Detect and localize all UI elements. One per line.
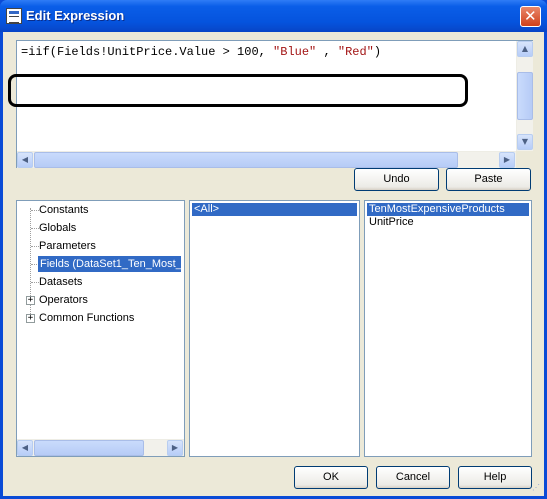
expression-string-red: "Red" xyxy=(337,45,374,59)
scroll-right-icon[interactable]: ▶ xyxy=(499,152,515,168)
expression-vscrollbar[interactable]: ▲ ▼ xyxy=(516,41,533,151)
dialog-body: =iif(Fields!UnitPrice.Value > 100, "Blue… xyxy=(3,32,544,496)
window-title: Edit Expression xyxy=(26,8,125,23)
tree-item-operators[interactable]: Operators xyxy=(39,292,88,308)
expression-prefix: =iif(Fields!UnitPrice.Value > 100, xyxy=(21,45,274,59)
tree-item-common-functions[interactable]: Common Functions xyxy=(39,310,134,326)
expand-plus-icon[interactable]: + xyxy=(26,314,35,323)
hscroll-thumb[interactable] xyxy=(34,152,458,168)
hscroll-thumb[interactable] xyxy=(34,440,144,456)
tree-item-globals[interactable]: Globals xyxy=(39,220,76,236)
vscroll-thumb[interactable] xyxy=(517,72,533,120)
scroll-up-icon[interactable]: ▲ xyxy=(517,41,533,57)
tree-item-constants[interactable]: Constants xyxy=(39,202,89,218)
member-list[interactable]: TenMostExpensiveProducts UnitPrice xyxy=(364,200,532,457)
dialog-window: Edit Expression ✕ =iif(Fields!UnitPrice.… xyxy=(0,0,547,499)
tree-item-datasets[interactable]: Datasets xyxy=(39,274,82,290)
expression-string-blue: "Blue" xyxy=(273,45,317,59)
tree-connector xyxy=(31,282,39,283)
tree-connector xyxy=(31,246,39,247)
expression-separator: , xyxy=(316,45,338,59)
tree-item-parameters[interactable]: Parameters xyxy=(39,238,96,254)
resize-grip-icon[interactable]: ⋰ xyxy=(532,483,540,492)
close-button[interactable]: ✕ xyxy=(520,6,541,27)
paste-button[interactable]: Paste xyxy=(446,168,531,191)
list-item-unitprice[interactable]: UnitPrice xyxy=(367,216,416,229)
cancel-button[interactable]: Cancel xyxy=(376,466,450,489)
scroll-left-icon[interactable]: ◀ xyxy=(17,440,33,456)
tree-hscrollbar[interactable]: ◀ ▶ xyxy=(17,439,184,456)
list-item-all[interactable]: <All> xyxy=(192,203,357,216)
scroll-left-icon[interactable]: ◀ xyxy=(17,152,33,168)
scroll-right-icon[interactable]: ▶ xyxy=(167,440,183,456)
item-list[interactable]: <All> xyxy=(189,200,360,457)
tree-connector xyxy=(31,210,39,211)
expression-hscrollbar[interactable]: ◀ ▶ xyxy=(17,151,516,168)
close-icon: ✕ xyxy=(524,7,537,25)
undo-button[interactable]: Undo xyxy=(354,168,439,191)
tree-item-fields[interactable]: Fields (DataSet1_Ten_Most_E xyxy=(38,256,181,272)
app-icon xyxy=(6,8,22,24)
scroll-corner xyxy=(516,151,533,168)
title-bar[interactable]: Edit Expression ✕ xyxy=(0,0,547,32)
expand-plus-icon[interactable]: + xyxy=(26,296,35,305)
ok-button[interactable]: OK xyxy=(294,466,368,489)
expression-text[interactable]: =iif(Fields!UnitPrice.Value > 100, "Blue… xyxy=(21,45,381,59)
tree-connector xyxy=(31,228,39,229)
help-button[interactable]: Help xyxy=(458,466,532,489)
category-tree[interactable]: Constants Globals Parameters Fields (Dat… xyxy=(16,200,185,457)
annotation-highlight xyxy=(8,74,468,107)
scroll-down-icon[interactable]: ▼ xyxy=(517,134,533,150)
expression-suffix: ) xyxy=(373,45,382,59)
list-item-tenmostexpensiveproducts[interactable]: TenMostExpensiveProducts xyxy=(367,203,529,216)
